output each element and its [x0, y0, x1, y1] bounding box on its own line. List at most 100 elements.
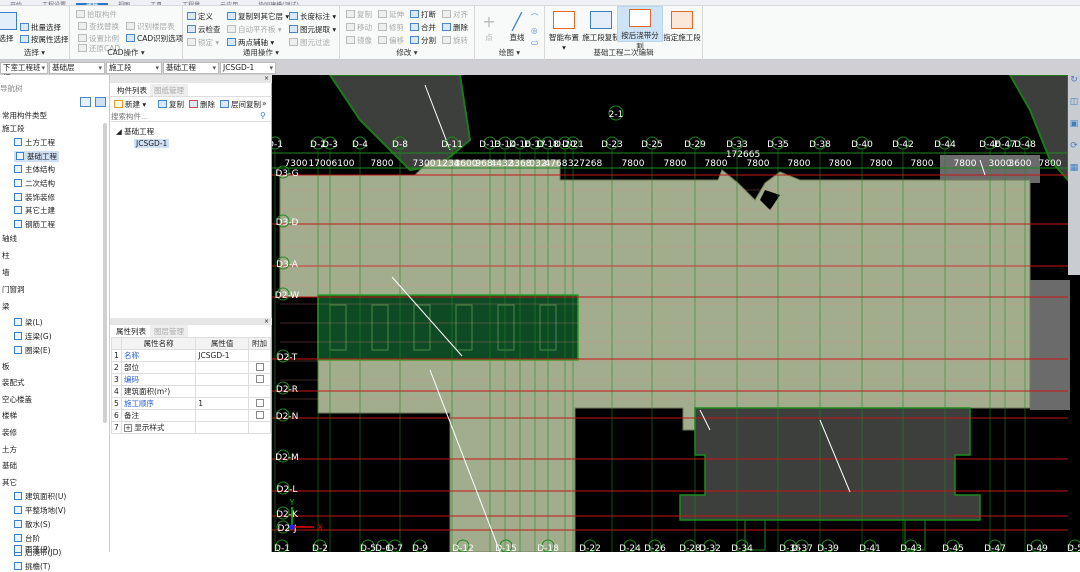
- find-replace-button[interactable]: 查找替换: [78, 21, 119, 32]
- nav-item[interactable]: 主体结构: [14, 164, 55, 175]
- cad-drawing[interactable]: D-1D-2D-3D-4D-8D-11D-13D-14D-16D-17D-18D…: [272, 75, 1080, 552]
- split-by-post-pour-strip-button[interactable]: 按后浇带分割: [617, 6, 663, 51]
- group-label[interactable]: 绘图 ▾: [475, 47, 544, 58]
- nav-item[interactable]: 其它: [2, 477, 17, 488]
- close-icon[interactable]: ×: [110, 75, 272, 83]
- property-value[interactable]: JCSGD-1: [195, 349, 249, 362]
- nav-item[interactable]: 土方: [2, 444, 17, 455]
- modify-3-button[interactable]: 对齐: [442, 9, 468, 20]
- pick-component-button[interactable]: 拾取构件: [76, 9, 117, 20]
- box-icon[interactable]: ▣: [1068, 119, 1080, 141]
- property-value[interactable]: 1: [195, 397, 249, 410]
- extra-checkbox[interactable]: [255, 398, 264, 407]
- identify-floor-table-button[interactable]: 识别楼层表: [126, 21, 175, 32]
- select-by-property-button[interactable]: 按属性选择: [20, 34, 69, 45]
- define-button[interactable]: 定义: [187, 11, 213, 22]
- more-icon[interactable]: »: [262, 99, 267, 108]
- cube-icon[interactable]: ◫: [1068, 97, 1080, 119]
- nav-item[interactable]: 连梁(G): [14, 331, 52, 342]
- modify-10-button[interactable]: 分割: [410, 35, 436, 46]
- nav-item[interactable]: 挑檐(T): [14, 561, 50, 572]
- property-row[interactable]: 4 建筑面积(m²): [111, 385, 271, 398]
- property-value[interactable]: [195, 373, 249, 386]
- tree-root[interactable]: ◢ 基础工程: [116, 126, 154, 137]
- rotate-icon[interactable]: ↻: [1068, 75, 1080, 97]
- expand-icon[interactable]: +: [124, 424, 132, 432]
- team-select[interactable]: 下室工程班组: [0, 62, 48, 82]
- orbit-icon[interactable]: ⟳: [1068, 141, 1080, 163]
- nav-item[interactable]: 台阶: [14, 533, 40, 544]
- floor-select[interactable]: 基础层: [49, 62, 105, 74]
- nav-item[interactable]: 土方工程: [14, 137, 55, 148]
- group-label[interactable]: 通用操作 ▾: [183, 47, 339, 58]
- property-row[interactable]: 5 施工顺序 1: [111, 397, 271, 410]
- nav-scrollbar[interactable]: [103, 123, 107, 423]
- auto-align-slab-button[interactable]: 自动平齐板 ▾: [227, 24, 282, 35]
- property-value[interactable]: [195, 361, 249, 374]
- nav-item[interactable]: 装修: [2, 427, 17, 438]
- subtype-select[interactable]: 基础工程: [163, 62, 219, 74]
- nav-item[interactable]: 雨蓬(P): [14, 544, 50, 555]
- modify-7-button[interactable]: 删除: [442, 22, 468, 33]
- modify-5-button[interactable]: 修剪: [378, 22, 404, 33]
- rectangle-icon[interactable]: ▭: [531, 38, 538, 47]
- modify-0-button[interactable]: 复制: [346, 9, 372, 20]
- nav-item[interactable]: 装配式: [2, 377, 25, 388]
- nav-item[interactable]: 平整场地(V): [14, 505, 66, 516]
- property-row[interactable]: 1 名称 JCSGD-1: [111, 349, 271, 362]
- nav-item[interactable]: 常用构件类型: [2, 110, 47, 121]
- cloud-check-button[interactable]: 云检查: [187, 24, 221, 35]
- modify-6-button[interactable]: 合并: [410, 22, 436, 33]
- floor-copy-button[interactable]: 层间复制: [220, 99, 261, 110]
- assign-section-button[interactable]: 指定施工段: [663, 9, 701, 43]
- nav-item[interactable]: 装饰装修: [14, 192, 55, 203]
- nav-item[interactable]: 建筑面积(U): [14, 491, 66, 502]
- nav-item[interactable]: 基础: [2, 460, 17, 471]
- close-icon[interactable]: ×: [110, 318, 272, 325]
- modify-9-button[interactable]: 偏移: [378, 35, 404, 46]
- extract-element-button[interactable]: 图元提取 ▾: [289, 24, 336, 35]
- copy-button[interactable]: 复制: [158, 99, 184, 110]
- nav-item[interactable]: 圈梁(E): [14, 345, 51, 356]
- copy-to-floor-button[interactable]: 复制到其它层 ▾: [227, 11, 289, 22]
- smart-layout-button[interactable]: 智能布置 ▾: [545, 9, 583, 52]
- copy-section-button[interactable]: 施工段复制: [582, 9, 620, 43]
- property-row[interactable]: 6 备注: [111, 409, 271, 422]
- nav-item[interactable]: 墙: [2, 267, 10, 278]
- modify-11-button[interactable]: 旋转: [442, 35, 468, 46]
- batch-select-button[interactable]: 批量选择: [20, 22, 61, 33]
- detail-view-icon[interactable]: [95, 97, 106, 107]
- modify-4-button[interactable]: 移动: [346, 22, 372, 33]
- search-input[interactable]: [111, 111, 271, 122]
- property-value[interactable]: [195, 421, 249, 434]
- type-select[interactable]: 施工段: [106, 62, 162, 74]
- delete-button[interactable]: 删除: [189, 99, 215, 110]
- group-label[interactable]: 选择 ▾: [0, 47, 69, 58]
- circle-icon[interactable]: ◎: [531, 26, 538, 35]
- nav-item[interactable]: 施工段: [2, 123, 25, 134]
- grid-view-icon[interactable]: ▦: [1068, 163, 1080, 185]
- search-icon[interactable]: ⚲: [260, 111, 266, 120]
- modify-8-button[interactable]: 镜像: [346, 35, 372, 46]
- modify-1-button[interactable]: 延伸: [378, 9, 404, 20]
- extra-checkbox[interactable]: [255, 410, 264, 419]
- component-select[interactable]: JCSGD-1: [220, 62, 276, 74]
- tree-item-jcsgd-1[interactable]: JCSGD-1: [134, 139, 170, 148]
- group-label[interactable]: CAD操作 ▾: [70, 47, 182, 58]
- property-row[interactable]: 3 编码: [111, 373, 271, 386]
- nav-item[interactable]: 基础工程: [14, 151, 59, 162]
- nav-item[interactable]: 轴线: [2, 233, 17, 244]
- new-button[interactable]: 新建 ▾: [114, 99, 146, 110]
- nav-item[interactable]: 楼梯: [2, 410, 17, 421]
- property-row[interactable]: 7 + 显示样式: [111, 421, 271, 434]
- nav-item[interactable]: 其它土建: [14, 205, 55, 216]
- length-dimension-button[interactable]: 长度标注 ▾: [289, 11, 336, 22]
- nav-item[interactable]: 钢筋工程: [14, 219, 55, 230]
- nav-item[interactable]: 梁(L): [14, 317, 43, 328]
- nav-item[interactable]: 板: [2, 361, 10, 372]
- cad-options-button[interactable]: CAD识别选项: [126, 33, 183, 44]
- property-row[interactable]: 2 部位: [111, 361, 271, 374]
- nav-item[interactable]: 空心楼盖: [2, 394, 32, 405]
- extra-checkbox[interactable]: [255, 374, 264, 383]
- modify-2-button[interactable]: 打断: [410, 9, 436, 20]
